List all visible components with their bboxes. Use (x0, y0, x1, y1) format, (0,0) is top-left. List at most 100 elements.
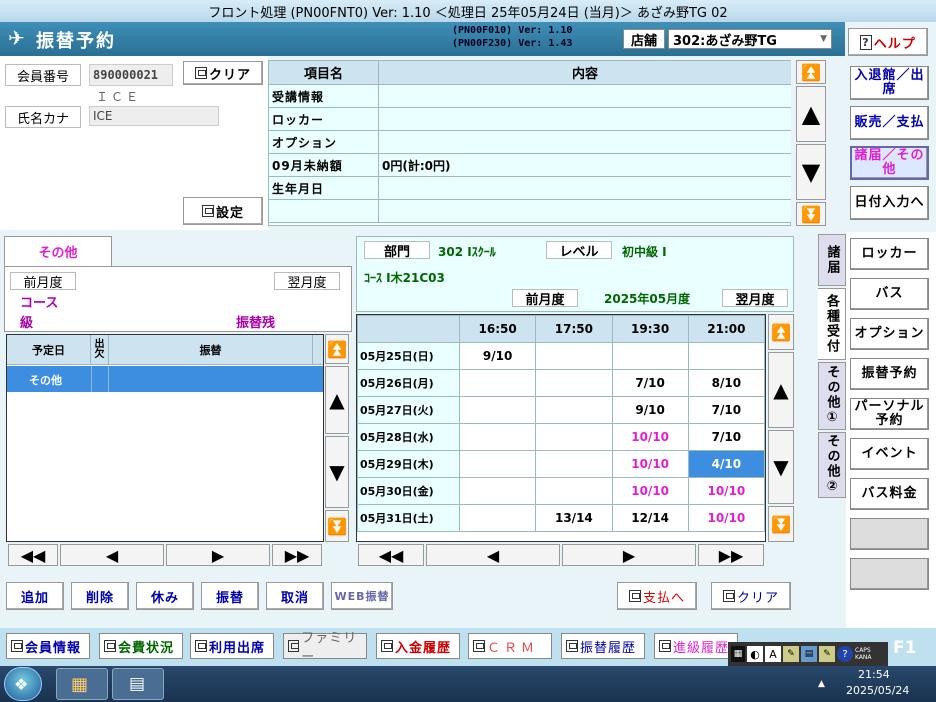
list-item[interactable]: その他 (7, 366, 323, 392)
side-personal-button[interactable]: パーソナル予約 (850, 398, 929, 430)
footer-fee-status[interactable]: 会費状況 (99, 633, 183, 659)
side-bus-fee-button[interactable]: バス料金 (850, 478, 929, 510)
schedule-slot[interactable] (535, 450, 613, 478)
rest-button[interactable]: 休み (136, 582, 194, 610)
member-no-field[interactable]: 890000021 (89, 64, 173, 86)
left-next-page-icon[interactable]: ▶ (166, 544, 270, 566)
schedule-slot[interactable]: 13/14 (535, 504, 613, 532)
scroll-bottom-icon[interactable]: ⏬ (796, 202, 826, 226)
sched-prev-page-icon[interactable]: ◀ (426, 544, 560, 566)
vtab-other1[interactable]: その他① (818, 362, 846, 430)
sched-scroll-up-icon[interactable]: ▲ (768, 352, 794, 428)
delete-button[interactable]: 削除 (71, 582, 129, 610)
start-button[interactable]: ❖ (4, 667, 42, 701)
vtab-notices[interactable]: 諸届 (818, 234, 846, 286)
ime-tool-icon[interactable]: ✎ (819, 646, 835, 662)
schedule-slot[interactable]: 10/10 (611, 423, 689, 451)
schedule-slot[interactable]: 10/10 (611, 450, 689, 478)
taskbar-app-1[interactable]: ▦ (56, 668, 108, 700)
nav-sales[interactable]: 販売／支払 (850, 106, 929, 140)
sched-prev-month-button[interactable]: 前月度 (512, 289, 578, 308)
nav-date-input[interactable]: 日付入力へ (850, 186, 929, 220)
ime-dict-icon[interactable]: ▤ (801, 646, 817, 662)
schedule-slot[interactable]: 12/14 (611, 504, 689, 532)
schedule-slot[interactable] (458, 369, 537, 397)
schedule-slot[interactable]: 10/10 (687, 477, 765, 505)
left-scroll-up-icon[interactable]: ▲ (325, 366, 349, 434)
side-option-button[interactable]: オプション (850, 318, 929, 350)
sched-next-month-button[interactable]: 翌月度 (722, 289, 788, 308)
footer-member-info[interactable]: 会員情報 (6, 633, 90, 659)
schedule-slot[interactable] (458, 396, 537, 424)
schedule-slot[interactable]: 9/10 (458, 342, 537, 370)
sched-first-page-icon[interactable]: ◀◀ (358, 544, 424, 566)
left-scroll-bottom-icon[interactable]: ⏬ (325, 510, 349, 542)
left-prev-page-icon[interactable]: ◀ (60, 544, 164, 566)
footer-family[interactable]: ファミリー (283, 631, 367, 665)
schedule-slot[interactable] (458, 423, 537, 451)
left-scroll-down-icon[interactable]: ▼ (325, 436, 349, 508)
left-prev-month-button[interactable]: 前月度 (10, 272, 76, 291)
nav-notices[interactable]: 諸届／その他 (850, 146, 929, 180)
side-empty-button-2[interactable] (850, 558, 929, 590)
schedule-slot[interactable] (535, 342, 613, 370)
side-transfer-reserve-button[interactable]: 振替予約 (850, 358, 929, 390)
schedule-slot[interactable]: 7/10 (687, 423, 765, 451)
sched-last-page-icon[interactable]: ▶▶ (698, 544, 764, 566)
pay-button[interactable]: 支払へ (617, 582, 697, 610)
schedule-slot[interactable] (535, 477, 613, 505)
scroll-up-icon[interactable]: ▲ (796, 86, 826, 142)
vtab-other2[interactable]: その他② (818, 432, 846, 498)
ime-toolbar[interactable]: ▦ ◐ A ✎ ▤ ✎ ? CAPS KANA (728, 642, 888, 666)
vtab-reception[interactable]: 各種受付 (818, 288, 846, 360)
side-locker-button[interactable]: ロッカー (850, 238, 929, 270)
setting-button[interactable]: 設定 (183, 197, 263, 225)
sched-scroll-down-icon[interactable]: ▼ (768, 430, 794, 504)
nav-entry-exit[interactable]: 入退館／出席 (850, 66, 929, 100)
ime-help-icon[interactable]: ? (837, 646, 853, 662)
schedule-slot[interactable]: 4/10 (687, 450, 765, 478)
left-scroll-top-icon[interactable]: ⏫ (325, 334, 349, 364)
schedule-slot[interactable]: 7/10 (611, 369, 689, 397)
footer-level-history[interactable]: 進級履歴 (654, 633, 738, 659)
footer-transfer-history[interactable]: 振替履歴 (561, 633, 645, 659)
ime-a-icon[interactable]: A (765, 646, 781, 662)
side-empty-button-1[interactable] (850, 518, 929, 550)
side-bus-button[interactable]: バス (850, 278, 929, 310)
transfer-button[interactable]: 振替 (201, 582, 259, 610)
schedule-slot[interactable] (458, 477, 537, 505)
ime-pad-icon[interactable]: ✎ (783, 646, 799, 662)
schedule-slot[interactable]: 8/10 (687, 369, 765, 397)
schedule-slot[interactable] (458, 450, 537, 478)
schedule-slot[interactable]: 9/10 (611, 396, 689, 424)
footer-usage[interactable]: 利用出席 (190, 633, 274, 659)
schedule-slot[interactable] (535, 396, 613, 424)
schedule-slot[interactable] (535, 423, 613, 451)
taskbar-app-2[interactable]: ▤ (112, 668, 164, 700)
sched-scroll-top-icon[interactable]: ⏫ (768, 314, 794, 350)
store-select[interactable]: 302:あざみ野TG ▼ (668, 29, 832, 49)
add-button[interactable]: 追加 (6, 582, 64, 610)
schedule-slot[interactable]: 7/10 (687, 396, 765, 424)
scroll-top-icon[interactable]: ⏫ (796, 60, 826, 84)
footer-payment-history[interactable]: 入金履歴 (376, 633, 460, 659)
ime-mode-icon[interactable]: ◐ (747, 646, 763, 662)
schedule-slot[interactable] (687, 342, 765, 370)
schedule-slot[interactable] (611, 342, 689, 370)
schedule-slot[interactable] (535, 369, 613, 397)
member-clear-button[interactable]: クリア (183, 61, 263, 85)
schedule-slot[interactable]: 10/10 (611, 477, 689, 505)
left-last-page-icon[interactable]: ▶▶ (272, 544, 322, 566)
tray-expand-icon[interactable]: ▲ (818, 679, 825, 689)
left-next-month-button[interactable]: 翌月度 (274, 272, 340, 291)
help-button[interactable]: ? ヘルプ (848, 28, 928, 56)
tab-other[interactable]: その他 (4, 236, 112, 266)
clear-button[interactable]: クリア (711, 582, 791, 610)
sched-next-page-icon[interactable]: ▶ (562, 544, 696, 566)
schedule-slot[interactable]: 10/10 (687, 504, 765, 532)
kana-field[interactable]: ICE (89, 106, 219, 126)
schedule-slot[interactable] (458, 504, 537, 532)
web-transfer-button[interactable]: WEB振替 (331, 582, 393, 610)
left-first-page-icon[interactable]: ◀◀ (8, 544, 58, 566)
cancel-button[interactable]: 取消 (266, 582, 324, 610)
